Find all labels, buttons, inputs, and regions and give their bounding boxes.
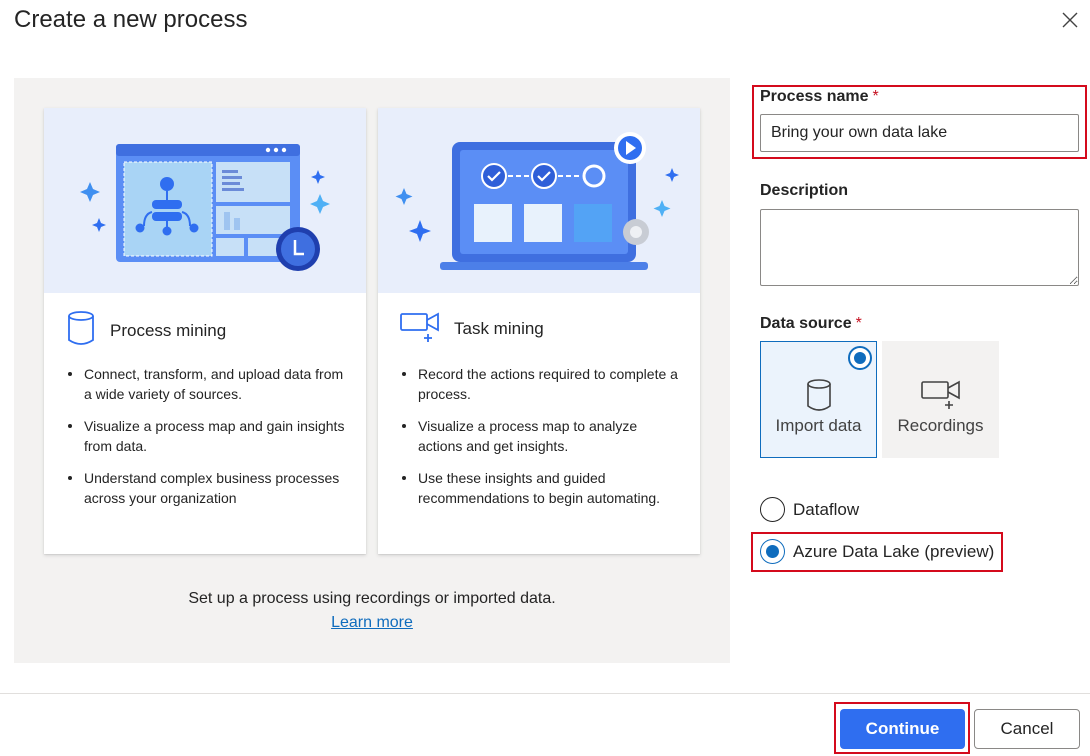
list-item: Visualize a process map to analyze actio… — [400, 416, 680, 456]
azure-data-lake-label: Azure Data Lake (preview) — [793, 541, 995, 561]
process-mining-bullets: Connect, transform, and upload data from… — [66, 364, 346, 520]
task-mining-bullets: Record the actions required to complete … — [400, 364, 680, 520]
task-mining-card[interactable]: Task mining Record the actions required … — [378, 108, 700, 554]
setup-description: Set up a process using recordings or imp… — [188, 590, 556, 607]
selected-check-indicator — [848, 346, 872, 370]
list-item: Visualize a process map and gain insight… — [66, 416, 346, 456]
recordings-label: Recordings — [897, 416, 984, 435]
close-icon — [1062, 12, 1078, 28]
dialog-title: Create a new process — [14, 6, 248, 33]
video-recording-icon — [400, 310, 440, 347]
database-cylinder-icon — [805, 378, 833, 417]
import-data-tile[interactable]: Import data — [760, 341, 877, 458]
list-item: Record the actions required to complete … — [400, 364, 680, 404]
required-mark: * — [855, 315, 862, 332]
video-recording-icon — [920, 378, 962, 415]
dataflow-radio[interactable] — [760, 497, 785, 522]
list-item: Connect, transform, and upload data from… — [66, 364, 346, 404]
process-mining-title: Process mining — [110, 320, 227, 340]
required-mark: * — [872, 88, 879, 105]
import-data-label: Import data — [775, 416, 862, 435]
database-cylinder-icon — [66, 310, 96, 351]
list-item: Understand complex business processes ac… — [66, 468, 346, 508]
footer-divider — [0, 693, 1090, 694]
process-type-panel: Process mining Connect, transform, and u… — [14, 78, 730, 663]
process-name-input[interactable] — [760, 114, 1079, 152]
process-mining-card[interactable]: Process mining Connect, transform, and u… — [44, 108, 366, 554]
data-source-label: Data source * — [760, 315, 862, 332]
azure-data-lake-radio[interactable] — [760, 539, 785, 564]
continue-button[interactable]: Continue — [840, 709, 965, 749]
process-name-label: Process name * — [760, 88, 879, 105]
dataflow-option[interactable]: Dataflow — [760, 497, 859, 522]
task-mining-illustration — [378, 108, 700, 293]
dataflow-label: Dataflow — [793, 499, 860, 519]
close-button[interactable] — [1056, 6, 1084, 34]
learn-more-link[interactable]: Learn more — [331, 614, 413, 631]
description-input[interactable] — [760, 209, 1079, 286]
task-mining-title: Task mining — [454, 318, 544, 338]
recordings-tile[interactable]: Recordings — [882, 341, 999, 458]
learn-more-container: Learn more — [14, 614, 730, 632]
azure-data-lake-option[interactable]: Azure Data Lake (preview) — [760, 539, 994, 564]
cancel-button[interactable]: Cancel — [974, 709, 1080, 749]
description-label: Description — [760, 182, 849, 199]
list-item: Use these insights and guided recommenda… — [400, 468, 680, 508]
process-mining-illustration — [44, 108, 366, 293]
